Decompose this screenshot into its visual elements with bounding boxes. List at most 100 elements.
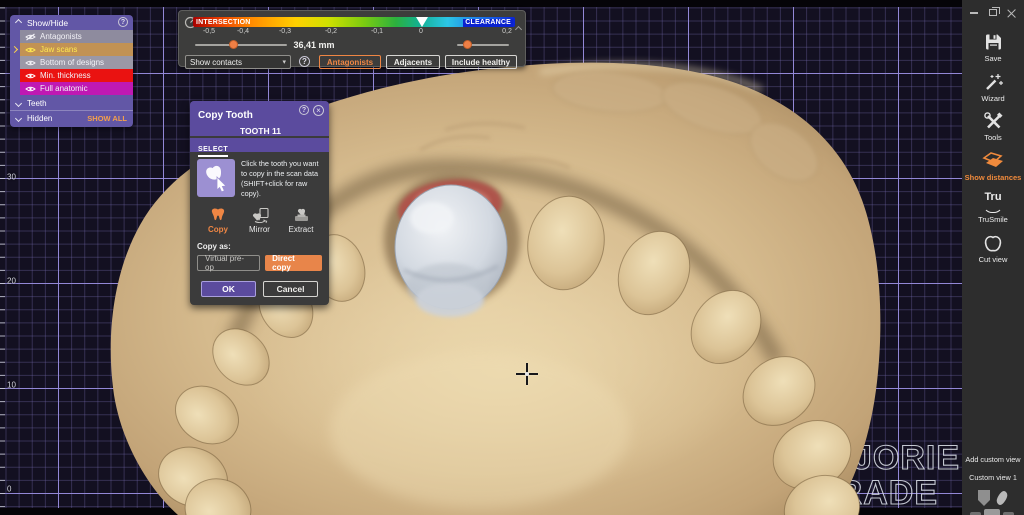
jaw-model[interactable] (0, 0, 962, 515)
layer-label: Bottom of designs (40, 58, 104, 67)
layer-bottom-of-designs[interactable]: Bottom of designs (20, 56, 133, 69)
sidebar-item-label: Wizard (981, 94, 1004, 103)
intersection-label: INTERSECTION (196, 19, 251, 26)
group-hidden[interactable]: Hidden SHOW ALL (10, 111, 133, 125)
ok-button[interactable]: OK (201, 281, 256, 297)
show-all-button[interactable]: SHOW ALL (87, 114, 127, 123)
colorbar-tick: -0,1 (371, 28, 383, 35)
direct-copy-option[interactable]: Direct copy (265, 255, 322, 271)
collapse-icon (15, 19, 22, 26)
layer-full-anatomic[interactable]: Full anatomic (20, 82, 133, 95)
cut-view-icon (982, 233, 1004, 253)
viewport-3d[interactable]: 30 20 10 0 MARJORIE ANDRADE (0, 0, 962, 515)
clearance-slider-handle[interactable] (463, 40, 472, 49)
help-icon[interactable]: ? (299, 105, 309, 115)
virtual-pre-op-option[interactable]: Virtual pre-op (197, 255, 260, 271)
sidebar-item-show-distances[interactable]: Show distances (962, 149, 1024, 182)
sidebar-item-label: Cut view (979, 255, 1008, 264)
dropdown-value: Show contacts (190, 58, 242, 67)
copy-tooth-icon (209, 207, 227, 223)
wizard-wand-icon (983, 72, 1003, 92)
copy-tooth-dialog: Copy Tooth ? × TOOTH 11 SELECT Click the… (190, 101, 329, 305)
show-hide-header[interactable]: Show/Hide ? (10, 15, 133, 30)
expand-icon (15, 114, 22, 121)
sidebar-item-label: Show distances (965, 173, 1022, 182)
eye-off-icon[interactable] (25, 33, 36, 41)
eye-icon[interactable] (25, 46, 36, 54)
mode-mirror[interactable]: Mirror (243, 207, 277, 234)
intersection-slider[interactable] (195, 44, 287, 46)
save-icon (983, 32, 1003, 52)
add-custom-view-button[interactable]: Add custom view (962, 455, 1024, 464)
distance-value: 36,41 mm (277, 40, 351, 50)
sidebar-item-save[interactable]: Save (962, 32, 1024, 63)
colorbar-tick: -0,3 (279, 28, 291, 35)
colorbar-tick: 0 (419, 28, 423, 35)
cancel-button[interactable]: Cancel (263, 281, 318, 297)
dialog-title: Copy Tooth (198, 110, 253, 121)
help-icon[interactable]: ? (299, 56, 310, 67)
contacts-toolbar: INTERSECTION CLEARANCE -0,5 -0,4 -0,3 -0… (178, 10, 526, 67)
mode-label: Extract (289, 225, 314, 234)
eye-icon[interactable] (25, 72, 36, 80)
minimize-icon[interactable] (970, 12, 978, 14)
trusmile-icon: Tru (978, 191, 1008, 213)
tooth-label: TOOTH 11 (198, 126, 323, 136)
layer-antagonists[interactable]: Antagonists (20, 30, 133, 43)
show-contacts-dropdown[interactable]: Show contacts ▾ (185, 55, 291, 69)
sidebar-item-tools[interactable]: Tools (962, 111, 1024, 142)
colorbar-tick: -0,4 (237, 28, 249, 35)
mode-copy[interactable]: Copy (201, 207, 235, 234)
dialog-tabs: SELECT (190, 138, 329, 152)
close-icon[interactable]: × (313, 105, 324, 116)
right-sidebar: Save Wizard Tools (962, 0, 1024, 515)
group-label: Hidden (27, 114, 52, 123)
tab-select[interactable]: SELECT (198, 146, 228, 157)
collapse-toolbar-icon[interactable] (515, 26, 522, 33)
eye-icon[interactable] (25, 59, 36, 67)
intersection-slider-handle[interactable] (229, 40, 238, 49)
sidebar-item-trusmile[interactable]: Tru TruSmile (962, 191, 1024, 224)
colorbar-tick: -0,5 (203, 28, 215, 35)
selected-marker-icon (11, 46, 18, 53)
palate-dome (330, 352, 630, 508)
crosshair-cursor (516, 363, 538, 385)
extract-tooth-icon (292, 207, 310, 223)
layer-min-thickness[interactable]: Min. thickness (20, 69, 133, 82)
copy-as-label: Copy as: (197, 242, 322, 251)
help-icon[interactable]: ? (118, 17, 128, 27)
application-window: 30 20 10 0 MARJORIE ANDRADE (0, 0, 1024, 515)
tools-icon (983, 111, 1003, 131)
chevron-down-icon: ▾ (282, 58, 286, 66)
sidebar-item-wizard[interactable]: Wizard (962, 72, 1024, 103)
sidebar-item-cut-view[interactable]: Cut view (962, 233, 1024, 264)
clearance-label: CLEARANCE (463, 19, 513, 27)
eye-icon[interactable] (25, 85, 36, 93)
panel-title: Show/Hide (27, 18, 68, 28)
show-distances-icon (981, 149, 1005, 171)
layer-label: Jaw scans (40, 45, 77, 54)
restore-icon[interactable] (989, 9, 997, 16)
group-teeth[interactable]: Teeth (10, 97, 133, 111)
layer-label: Full anatomic (40, 84, 88, 93)
dialog-header[interactable]: Copy Tooth ? × TOOTH 11 (190, 101, 329, 136)
view-orientation-icons[interactable] (970, 490, 1016, 515)
layer-label: Min. thickness (40, 71, 91, 80)
expand-icon (15, 100, 22, 107)
close-icon[interactable] (1007, 8, 1016, 17)
antagonists-toggle-button[interactable]: Antagonists (319, 55, 381, 69)
mode-extract[interactable]: Extract (284, 207, 318, 234)
colorbar-tick: -0,2 (325, 28, 337, 35)
adjacents-toggle-button[interactable]: Adjacents (386, 55, 440, 69)
custom-view-1-button[interactable]: Custom view 1 (962, 473, 1024, 482)
include-healthy-toggle-button[interactable]: Include healthy (445, 55, 517, 69)
colorbar-marker-icon[interactable] (416, 17, 428, 27)
distance-colorbar: INTERSECTION CLEARANCE (193, 17, 515, 27)
group-label: Teeth (27, 99, 47, 108)
window-controls (962, 8, 1024, 17)
dialog-instruction: Click the tooth you want to copy in the … (241, 159, 322, 198)
layer-jaw-scans[interactable]: Jaw scans (20, 43, 133, 56)
sidebar-item-label: Save (984, 54, 1001, 63)
mirror-tooth-icon (251, 207, 269, 223)
pick-tooth-icon (197, 159, 235, 197)
